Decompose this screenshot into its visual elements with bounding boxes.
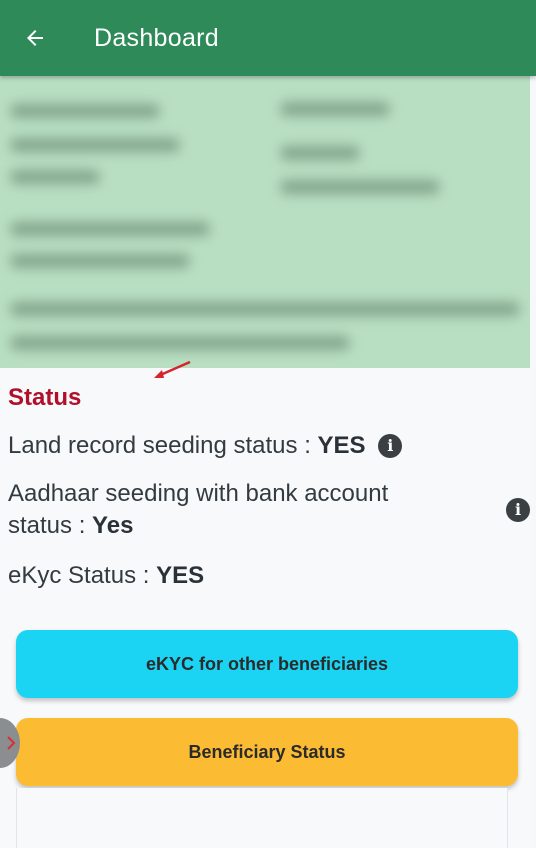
app-bar: Dashboard	[0, 0, 536, 76]
blurred-detail	[280, 180, 440, 194]
farmer-details-card	[0, 76, 530, 368]
aadhaar-seeding-status: Aadhaar seeding with bank account status…	[8, 478, 478, 542]
blurred-detail	[10, 138, 180, 152]
page-title: Dashboard	[94, 23, 220, 52]
bottom-card	[16, 788, 508, 848]
land-record-label: Land record seeding status :	[8, 432, 311, 459]
back-button[interactable]	[20, 23, 50, 53]
app-screen: Dashboard Status Land record seeding sta…	[0, 0, 536, 848]
land-record-value: YES	[317, 432, 366, 459]
annotation-arrow	[154, 360, 191, 378]
blurred-detail	[280, 102, 390, 116]
info-icon[interactable]: i	[506, 498, 530, 522]
blurred-detail	[10, 222, 210, 236]
status-section: Status Land record seeding status : YES …	[0, 368, 530, 848]
ekyc-value: YES	[156, 562, 205, 589]
blurred-detail	[10, 170, 100, 184]
blurred-detail	[10, 104, 160, 118]
ekyc-label: eKyc Status :	[8, 562, 150, 589]
blurred-detail	[10, 336, 350, 350]
aadhaar-seeding-label-cont: status :	[8, 512, 86, 539]
blurred-detail	[10, 254, 190, 268]
blurred-detail	[280, 146, 360, 160]
ekyc-other-beneficiaries-button[interactable]: eKYC for other beneficiaries	[16, 630, 518, 698]
blurred-detail	[10, 302, 520, 316]
chevron-right-icon	[7, 736, 16, 750]
aadhaar-seeding-label: Aadhaar seeding with bank account	[8, 480, 389, 507]
aadhaar-seeding-value: Yes	[92, 512, 134, 539]
info-icon[interactable]: i	[378, 434, 403, 458]
land-record-status: Land record seeding status : YES i	[8, 430, 403, 462]
ekyc-status: eKyc Status : YES	[8, 560, 204, 592]
arrow-left-icon	[27, 30, 43, 46]
status-heading: Status	[8, 384, 82, 411]
beneficiary-status-button[interactable]: Beneficiary Status	[16, 718, 518, 786]
